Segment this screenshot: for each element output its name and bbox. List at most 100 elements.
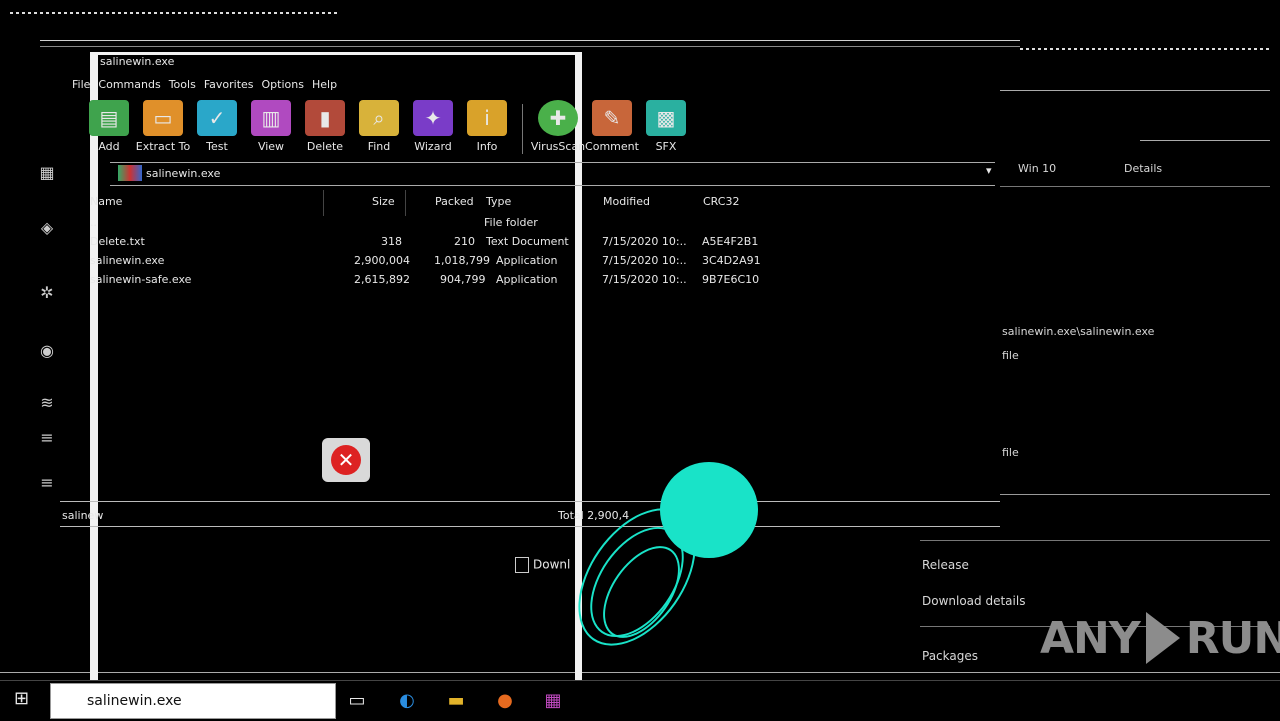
toolbar-label: Find [367,140,391,153]
file-packed: 1,018,799 [434,254,490,267]
play-icon [1145,612,1180,664]
toolbar-separator [522,104,523,154]
archive-icon [118,165,142,181]
test-clipboard-icon: ✓ [197,100,237,136]
toolbar-label: Wizard [414,140,452,153]
menu-favorites[interactable]: Favorites [204,78,254,91]
taskbar-search-input[interactable]: salinewin.exe [50,683,336,719]
toolbar-label: View [257,140,285,153]
glitch-line [40,46,1020,47]
column-header-modified[interactable]: Modified [603,195,650,208]
winrar-icon[interactable]: ▦ [538,686,568,714]
panel-tab-details[interactable]: Details [1124,162,1162,175]
file-type: Application [496,254,558,267]
menu-help[interactable]: Help [312,78,337,91]
column-header-packed[interactable]: Packed [435,195,474,208]
desktop-icon[interactable]: ✲ [30,280,64,304]
anyrun-watermark: ANY RUN [1040,612,1280,664]
desktop-icon[interactable]: ◈ [30,215,64,239]
column-header-name[interactable]: Name [90,195,122,208]
menu-bar: File Commands Tools Favorites Options He… [72,78,337,91]
toolbar-find-button[interactable]: ⌕ Find [354,100,404,154]
table-row[interactable]: salinewin-safe.exe 2,615,892 904,799 App… [72,271,759,289]
toolbar-label: Test [206,140,228,153]
table-row[interactable]: .. File folder [72,214,572,232]
toolbar-label: Delete [306,140,344,153]
find-magnifier-icon: ⌕ [359,100,399,136]
watermark-right: RUN [1185,612,1280,664]
panel-packages[interactable]: Packages [922,649,978,663]
toolbar-virusscan-button[interactable]: ✚ VirusScan [530,100,586,154]
toolbar-view-button[interactable]: ▥ View [246,100,296,154]
toolbar-extract-button[interactable]: ▭ Extract To [136,100,190,154]
toolbar-info-button[interactable]: i Info [462,100,512,154]
file-name: salinewin.exe [90,254,165,267]
toolbar-label: VirusScan [530,140,586,153]
error-badge[interactable]: ✕ [322,438,370,482]
comment-icon: ✎ [592,100,632,136]
toolbar-label: Add [98,140,120,153]
glitch-line [0,672,1280,673]
table-row[interactable]: salinewin.exe 2,900,004 1,018,799 Applic… [72,252,761,270]
watermark-left: ANY [1040,612,1141,664]
file-packed: 210 [454,235,475,248]
column-header-size[interactable]: Size [372,195,395,208]
toolbar-test-button[interactable]: ✓ Test [192,100,242,154]
desktop-icon[interactable]: ≋ [30,390,64,414]
panel-download-details[interactable]: Download details [922,594,1025,608]
address-bar[interactable] [110,162,995,186]
chevron-down-icon[interactable]: ▾ [986,164,992,177]
menu-file[interactable]: File [72,78,90,91]
toolbar: ▤ Add ▭ Extract To ✓ Test ▥ View ▮ Delet… [84,100,691,154]
error-x-icon: ✕ [331,445,361,475]
desktop-icon[interactable]: ≡ [30,425,64,449]
start-icon[interactable]: ⊞ [14,688,29,709]
file-explorer-icon[interactable]: ▬ [441,686,471,714]
file-crc: A5E4F2B1 [702,235,759,248]
toolbar-wizard-button[interactable]: ✦ Wizard [408,100,458,154]
toolbar-sfx-button[interactable]: ▩ SFX [641,100,691,154]
panel-path: salinewin.exe\salinewin.exe [1002,325,1155,338]
download-button[interactable]: Downl [515,557,570,573]
file-modified: 7/15/2020 10:.. [602,273,687,286]
glitch-line [1000,90,1270,91]
panel-text: file [1002,349,1019,362]
toolbar-delete-button[interactable]: ▮ Delete [300,100,350,154]
firefox-icon[interactable]: ● [490,686,520,714]
glitch-line [1020,48,1270,50]
file-packed: 904,799 [440,273,486,286]
column-header-type[interactable]: Type [486,195,511,208]
file-modified: 7/15/2020 10:.. [602,235,687,248]
file-type: File folder [484,216,538,229]
desktop-icon[interactable]: ◉ [30,338,64,362]
wizard-wand-icon: ✦ [413,100,453,136]
view-book-icon: ▥ [251,100,291,136]
glitch-line [1000,494,1270,495]
toolbar-add-button[interactable]: ▤ Add [84,100,134,154]
panel-text: file [1002,446,1019,459]
file-size: 2,615,892 [354,273,410,286]
download-icon [515,557,529,573]
info-icon: i [467,100,507,136]
status-total: Total 2,900,4 [558,509,630,522]
task-view-icon[interactable]: ▭ [342,686,372,714]
file-name: .. [90,216,97,229]
file-modified: 7/15/2020 10:.. [602,254,687,267]
table-row[interactable]: Delete.txt 318 210 Text Document 7/15/20… [72,233,758,251]
column-header-crc[interactable]: CRC32 [703,195,739,208]
menu-options[interactable]: Options [262,78,304,91]
panel-release[interactable]: Release [922,558,969,572]
toolbar-label: Info [476,140,498,153]
desktop-icon[interactable]: ≡ [30,470,64,494]
menu-commands[interactable]: Commands [98,78,160,91]
desktop-icon[interactable]: ▦ [30,160,64,184]
panel-tab-win[interactable]: Win 10 [1018,162,1056,175]
edge-browser-icon[interactable]: ◐ [392,686,422,714]
column-divider [323,190,324,216]
file-size: 318 [381,235,402,248]
toolbar-comment-button[interactable]: ✎ Comment [585,100,639,154]
cursor-blob [660,462,758,558]
search-query: salinewin.exe [87,693,182,709]
menu-tools[interactable]: Tools [169,78,196,91]
file-type: Application [496,273,558,286]
